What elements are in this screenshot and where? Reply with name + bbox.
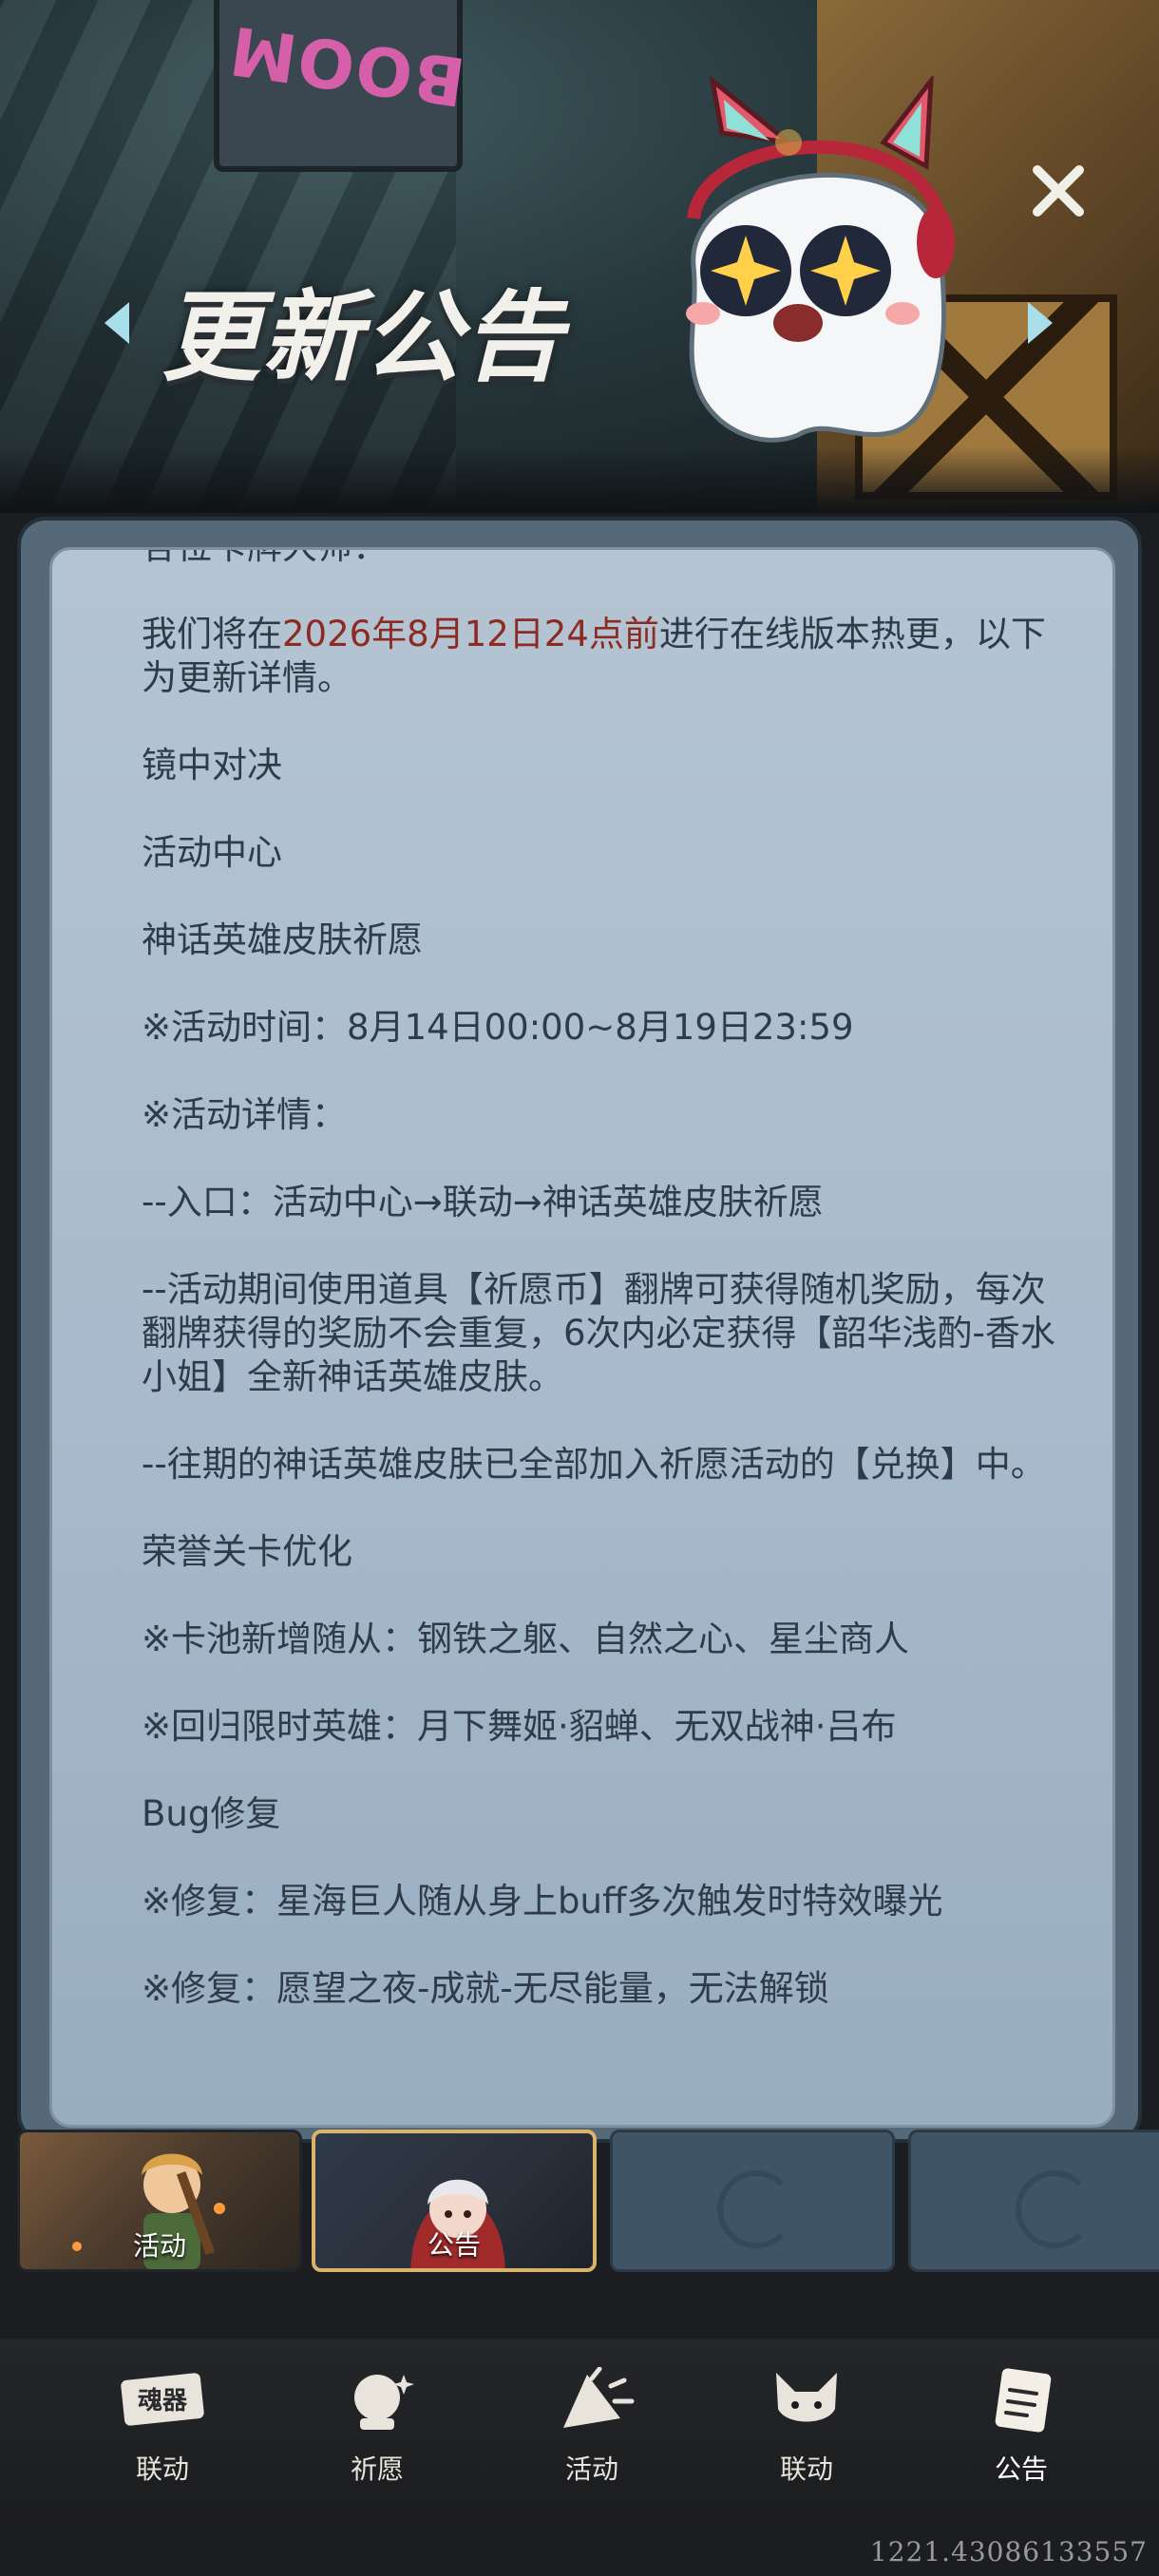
nav-item-collab-1[interactable]: 魂器 联动: [101, 2367, 224, 2500]
greeting-line: 各位卡牌大师：: [142, 550, 1073, 569]
update-deadline: 2026年8月12日24点前: [282, 614, 659, 654]
swirl-icon: [1016, 2170, 1093, 2248]
nav-item-announcement[interactable]: 公告: [960, 2367, 1083, 2500]
section-skin-wish: 神话英雄皮肤祈愿: [142, 919, 423, 960]
section-mirror-duel: 镜中对决: [142, 745, 282, 786]
notice-paper-icon: [995, 2368, 1052, 2433]
tab-activity[interactable]: 活动: [17, 2130, 302, 2272]
nav-item-wish[interactable]: 祈愿: [315, 2367, 439, 2500]
nav-item-activity[interactable]: 活动: [530, 2367, 654, 2500]
close-button[interactable]: [1024, 157, 1092, 225]
return-heroes-line: ※回归限时英雄：月下舞姬·貂蝉、无双战神·吕布: [142, 1706, 897, 1747]
party-horn-icon: [563, 2367, 635, 2428]
page-title: 更新公告: [162, 279, 565, 395]
tab-activity-label: 活动: [132, 2230, 186, 2262]
left-arrow-icon: [104, 302, 129, 344]
section-honor-stage: 荣誉关卡优化: [142, 1531, 352, 1572]
activity-time: ※活动时间：8月14日00:00~8月19日23:59: [142, 1007, 854, 1048]
category-tabs: 活动 公告: [0, 2128, 1159, 2280]
nav-item-collab-2[interactable]: 联动: [745, 2367, 868, 2500]
section-bug-fix: Bug修复: [142, 1793, 281, 1834]
usage-line: --活动期间使用道具【祈愿币】翻牌可获得随机奖励，每次翻牌获得的奖励不会重复，6…: [142, 1269, 1055, 1397]
entry-line: --入口：活动中心→联动→神话英雄皮肤祈愿: [142, 1182, 824, 1222]
header-shadow: [0, 446, 1159, 513]
swirl-icon: [717, 2170, 795, 2248]
tab-empty-2[interactable]: [908, 2130, 1159, 2272]
fix-line-1: ※修复：星海巨人随从身上buff多次触发时特效曝光: [142, 1881, 943, 1922]
tab-announcement-label: 公告: [427, 2229, 481, 2261]
past-skins-line: --往期的神话英雄皮肤已全部加入祈愿活动的【兑换】中。: [142, 1444, 1046, 1485]
crystal-ball-icon: [354, 2375, 414, 2430]
tab-empty-1[interactable]: [610, 2130, 895, 2272]
close-icon: [1033, 165, 1084, 217]
header-banner: BOOM 更新公告: [0, 0, 1159, 513]
mask-icon: 魂器: [121, 2373, 204, 2426]
nav-label-collab-1: 联动: [135, 2453, 189, 2485]
right-arrow-icon: [1028, 302, 1053, 344]
pool-line: ※卡池新增随从：钢铁之躯、自然之心、星尘商人: [142, 1619, 910, 1659]
version-number: 1221.43086133557: [869, 2536, 1148, 2567]
mask-icon-text: 魂器: [138, 2387, 188, 2415]
nav-label-announcement: 公告: [994, 2453, 1048, 2485]
activity-details-label: ※活动详情：: [142, 1094, 348, 1135]
nav-label-collab-2: 联动: [779, 2453, 833, 2485]
intro-paragraph: 我们将在2026年8月12日24点前进行在线版本热更，以下为更新详情。: [142, 613, 1073, 700]
announcement-scroll-area[interactable]: 各位卡牌大师： 我们将在2026年8月12日24点前进行在线版本热更，以下为更新…: [49, 547, 1115, 2128]
section-activity-center: 活动中心: [142, 832, 282, 873]
intro-prefix: 我们将在: [142, 614, 282, 654]
nav-label-activity: 活动: [564, 2453, 618, 2485]
tab-announcement[interactable]: 公告: [312, 2130, 597, 2272]
announcement-panel: 各位卡牌大师： 我们将在2026年8月12日24点前进行在线版本热更，以下为更新…: [21, 521, 1138, 2139]
announcement-content: 各位卡牌大师： 我们将在2026年8月12日24点前进行在线版本热更，以下为更新…: [142, 550, 1073, 2011]
nav-label-wish: 祈愿: [350, 2453, 404, 2485]
fix-line-2: ※修复：愿望之夜-成就-无尽能量，无法解锁: [142, 1968, 829, 2009]
ghost-mascot-icon: [686, 76, 955, 443]
bottom-navigation: 魂器 联动 祈愿 活动 联动 公告: [0, 2339, 1159, 2529]
fox-icon: [776, 2373, 837, 2422]
